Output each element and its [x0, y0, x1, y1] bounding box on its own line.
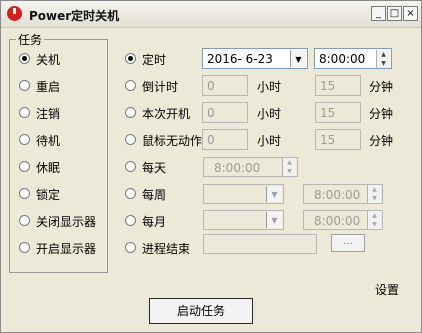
app-window: Power定时关机 _ □ × 任务 关机 重启 注销 待机 休眠 锁定 关闭显…: [0, 0, 422, 333]
countdown-minutes-unit: 分钟: [369, 80, 394, 94]
task-standby-radio[interactable]: [19, 134, 30, 145]
task-monitor-off-label[interactable]: 关闭显示器: [36, 213, 96, 230]
schedule-weekly-radio[interactable]: [125, 188, 136, 199]
chevron-down-icon[interactable]: ▼: [290, 50, 306, 67]
schedule-process-end-radio[interactable]: [125, 242, 136, 253]
task-shutdown-label[interactable]: 关机: [36, 51, 60, 68]
daily-time-value: 8:00:00: [214, 161, 261, 175]
monthly-time-spinner[interactable]: 8:00:00 ▲ ▼: [303, 210, 383, 230]
spin-down-icon[interactable]: ▼: [282, 167, 296, 176]
spin-down-icon[interactable]: ▼: [376, 59, 390, 68]
mouse-idle-hours-value: 0: [207, 133, 215, 147]
window-title: Power定时关机: [29, 9, 120, 23]
schedule-after-boot-label[interactable]: 本次开机: [142, 105, 190, 122]
daily-time-spinner[interactable]: 8:00:00 ▲ ▼: [203, 157, 298, 177]
after-boot-minutes-input[interactable]: 15: [315, 102, 361, 123]
mouse-idle-minutes-unit: 分钟: [369, 134, 394, 148]
power-icon: [7, 6, 22, 21]
task-monitor-off-radio[interactable]: [19, 215, 30, 226]
schedule-fixed-label[interactable]: 定时: [142, 51, 166, 68]
schedule-countdown-radio[interactable]: [125, 80, 136, 91]
after-boot-minutes-value: 15: [320, 106, 336, 120]
after-boot-hours-input[interactable]: 0: [202, 102, 248, 123]
mouse-idle-minutes-input[interactable]: 15: [315, 129, 361, 150]
countdown-hours-unit: 小时: [257, 80, 282, 94]
countdown-hours-value: 0: [207, 79, 215, 93]
schedule-process-end-label[interactable]: 进程结束: [142, 240, 190, 257]
spin-up-icon[interactable]: ▲: [367, 185, 381, 194]
task-hibernate-radio[interactable]: [19, 161, 30, 172]
spin-up-icon[interactable]: ▲: [376, 50, 390, 59]
task-logoff-label[interactable]: 注销: [36, 105, 60, 122]
task-standby-label[interactable]: 待机: [36, 132, 60, 149]
weekly-day-select[interactable]: ▼: [203, 184, 284, 204]
countdown-minutes-value: 15: [320, 79, 336, 93]
browse-button[interactable]: ...: [331, 234, 365, 252]
spin-up-icon[interactable]: ▲: [367, 211, 381, 220]
start-task-button[interactable]: 启动任务: [149, 298, 253, 324]
spin-up-icon[interactable]: ▲: [282, 158, 296, 167]
minimize-button[interactable]: _: [371, 6, 386, 21]
date-picker[interactable]: 2016- 6-23 ▼: [202, 48, 308, 69]
schedule-daily-radio[interactable]: [125, 161, 136, 172]
task-monitor-on-radio[interactable]: [19, 242, 30, 253]
after-boot-hours-unit: 小时: [257, 107, 282, 121]
monthly-time-value: 8:00:00: [314, 214, 361, 228]
mouse-idle-hours-unit: 小时: [257, 134, 282, 148]
time-spinner[interactable]: 8:00:00 ▲ ▼: [314, 48, 392, 69]
schedule-after-boot-radio[interactable]: [125, 107, 136, 118]
close-button[interactable]: ×: [403, 6, 418, 21]
schedule-fixed-radio[interactable]: [125, 53, 136, 64]
task-restart-label[interactable]: 重启: [36, 78, 60, 95]
task-hibernate-label[interactable]: 休眠: [36, 159, 60, 176]
schedule-monthly-label[interactable]: 每月: [142, 213, 166, 230]
task-lock-radio[interactable]: [19, 188, 30, 199]
time-value: 8:00:00: [319, 52, 366, 66]
task-group-title: 任务: [16, 31, 45, 48]
task-logoff-radio[interactable]: [19, 107, 30, 118]
task-monitor-on-label[interactable]: 开启显示器: [36, 240, 96, 257]
weekly-time-value: 8:00:00: [314, 188, 361, 202]
chevron-down-icon[interactable]: ▼: [266, 212, 282, 228]
countdown-hours-input[interactable]: 0: [202, 75, 248, 96]
mouse-idle-hours-input[interactable]: 0: [202, 129, 248, 150]
schedule-countdown-label[interactable]: 倒计时: [142, 78, 178, 95]
monthly-day-select[interactable]: ▼: [203, 210, 284, 230]
spin-down-icon[interactable]: ▼: [367, 194, 381, 203]
after-boot-hours-value: 0: [207, 106, 215, 120]
process-name-input[interactable]: [203, 234, 317, 254]
schedule-daily-label[interactable]: 每天: [142, 159, 166, 176]
task-lock-label[interactable]: 锁定: [36, 186, 60, 203]
weekly-time-spinner[interactable]: 8:00:00 ▲ ▼: [303, 184, 383, 204]
countdown-minutes-input[interactable]: 15: [315, 75, 361, 96]
maximize-button[interactable]: □: [387, 6, 402, 21]
chevron-down-icon[interactable]: ▼: [266, 186, 282, 202]
mouse-idle-minutes-value: 15: [320, 133, 336, 147]
title-bar: Power定时关机 _ □ ×: [1, 1, 421, 28]
after-boot-minutes-unit: 分钟: [369, 107, 394, 121]
schedule-mouse-idle-label[interactable]: 鼠标无动作: [142, 132, 202, 149]
date-value: 2016- 6-23: [207, 52, 273, 66]
schedule-monthly-radio[interactable]: [125, 215, 136, 226]
task-group: [9, 39, 108, 273]
schedule-mouse-idle-radio[interactable]: [125, 134, 136, 145]
spin-down-icon[interactable]: ▼: [367, 220, 381, 229]
task-shutdown-radio[interactable]: [19, 53, 30, 64]
schedule-weekly-label[interactable]: 每周: [142, 186, 166, 203]
settings-link[interactable]: 设置: [375, 281, 399, 298]
task-restart-radio[interactable]: [19, 80, 30, 91]
